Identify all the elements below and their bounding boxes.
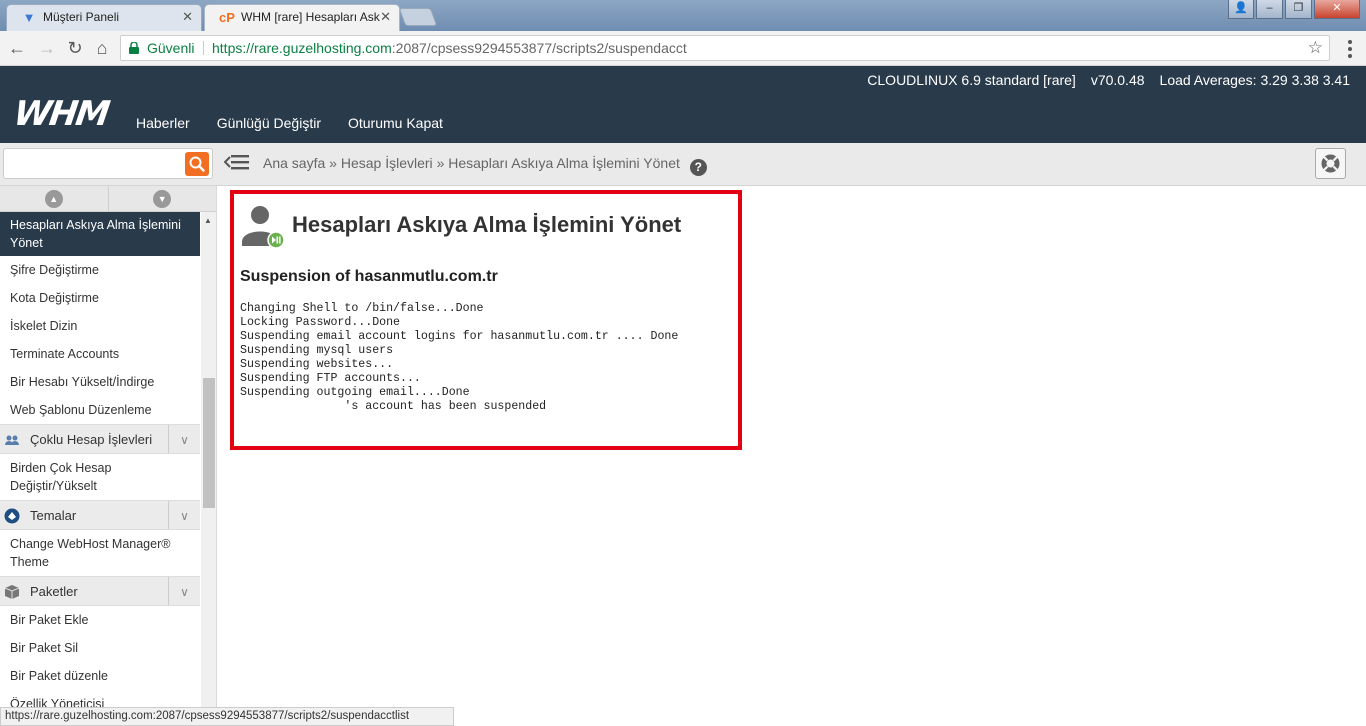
whm-logo[interactable]: WHM — [11, 94, 110, 134]
reload-icon[interactable]: ↻ — [64, 37, 86, 59]
forward-arrow-icon[interactable]: → — [36, 37, 58, 59]
bookmark-star-icon[interactable]: ☆ — [1308, 36, 1323, 60]
profile-icon[interactable]: 👤 — [1228, 0, 1254, 19]
close-window-button[interactable]: ✕ — [1314, 0, 1360, 19]
users-icon — [5, 435, 19, 445]
sidebar-item-upgrade-downgrade[interactable]: Bir Hesabı Yükselt/İndirge — [0, 368, 200, 396]
package-icon — [4, 585, 20, 599]
browser-status-bar: https://rare.guzelhosting.com:2087/cpses… — [0, 707, 454, 726]
sidebar-item-edit-package[interactable]: Bir Paket düzenle — [0, 662, 200, 690]
browser-menu-icon[interactable] — [1340, 37, 1360, 59]
cpanel-favicon-icon: cP — [219, 10, 235, 25]
address-bar[interactable]: Güvenli https://rare.guzelhosting.com:20… — [120, 35, 1330, 61]
sidebar-item-add-package[interactable]: Bir Paket Ekle — [0, 606, 200, 634]
breadcrumb: Ana sayfa » Hesap İşlevleri » Hesapları … — [263, 155, 707, 176]
nav-changelog[interactable]: Günlüğü Değiştir — [217, 115, 321, 131]
sidebar-item-terminate[interactable]: Terminate Accounts — [0, 340, 200, 368]
sidebar-category-multi-account[interactable]: Çoklu Hesap İşlevleri ∨ — [0, 424, 200, 454]
back-arrow-icon[interactable]: ← — [6, 37, 28, 59]
themes-icon — [4, 508, 20, 524]
system-info: CLOUDLINUX 6.9 standard [rare] v70.0.48 … — [867, 72, 1350, 88]
browser-tab-active[interactable]: cP WHM [rare] Hesapları Ask ✕ — [204, 4, 400, 31]
sidebar-scrollbar-thumb[interactable] — [203, 378, 215, 508]
sidebar-toggle-icon[interactable] — [224, 151, 250, 173]
minimize-button[interactable]: – — [1256, 0, 1283, 19]
suspended-user-icon — [242, 206, 284, 248]
load-averages: Load Averages: 3.29 3.38 3.41 — [1159, 72, 1350, 88]
browser-tab[interactable]: ▼ Müşteri Paneli ✕ — [6, 4, 202, 31]
version-info: v70.0.48 — [1090, 72, 1145, 88]
cpanel-favicon-icon: ▼ — [22, 10, 36, 25]
home-icon[interactable]: ⌂ — [91, 37, 113, 59]
breadcrumb-home[interactable]: Ana sayfa — [263, 155, 325, 171]
sidebar-item-quota[interactable]: Kota Değiştirme — [0, 284, 200, 312]
maximize-button[interactable]: ❐ — [1285, 0, 1312, 19]
os-info: CLOUDLINUX 6.9 standard [rare] — [867, 72, 1076, 88]
close-tab-icon[interactable]: ✕ — [380, 5, 391, 29]
browser-toolbar: ← → ↻ ⌂ Güvenli https://rare.guzelhostin… — [0, 31, 1366, 66]
chevron-down-icon[interactable]: ∨ — [168, 501, 200, 529]
suspension-result-panel: Hesapları Askıya Alma İşlemini Yönet Sus… — [230, 190, 742, 450]
scroll-up-arrow-icon[interactable]: ▲ — [204, 216, 212, 225]
nav-news[interactable]: Haberler — [136, 115, 190, 131]
sidebar-item-delete-package[interactable]: Bir Paket Sil — [0, 634, 200, 662]
search-breadcrumb-bar: Ana sayfa » Hesap İşlevleri » Hesapları … — [0, 143, 1366, 186]
sidebar-category-packages[interactable]: Paketler ∨ — [0, 576, 200, 606]
suspension-log-output: Changing Shell to /bin/false...Done Lock… — [240, 302, 679, 413]
support-button[interactable] — [1315, 148, 1346, 179]
chevron-down-icon[interactable]: ∨ — [168, 425, 200, 453]
lock-icon — [129, 42, 139, 54]
sidebar-item-suspend-accounts[interactable]: Hesapları Askıya Alma İşlemini Yönet — [0, 212, 200, 256]
sidebar-list: Hesapları Askıya Alma İşlemini Yönet Şif… — [0, 212, 200, 718]
sidebar-item-web-template[interactable]: Web Şablonu Düzenleme — [0, 396, 200, 424]
sidebar: ▲ ▼ Hesapları Askıya Alma İşlemini Yönet… — [0, 186, 217, 726]
breadcrumb-current: Hesapları Askıya Alma İşlemini Yönet — [448, 155, 680, 171]
sidebar-item-change-theme[interactable]: Change WebHost Manager® Theme — [0, 530, 200, 576]
nav-logout[interactable]: Oturumu Kapat — [348, 115, 443, 131]
main-content: Hesapları Askıya Alma İşlemini Yönet Sus… — [218, 186, 1366, 726]
page-title: Hesapları Askıya Alma İşlemini Yönet — [292, 212, 682, 237]
whm-header: CLOUDLINUX 6.9 standard [rare] v70.0.48 … — [0, 66, 1366, 143]
sidebar-scroll-up-button[interactable]: ▲ — [0, 186, 109, 211]
tab-title: WHM [rare] Hesapları Ask — [241, 10, 380, 24]
close-tab-icon[interactable]: ✕ — [182, 5, 193, 29]
window-controls: 👤 – ❐ ✕ — [1228, 0, 1360, 19]
omnibox-divider — [203, 41, 204, 55]
sidebar-search-input[interactable] — [3, 148, 213, 179]
top-nav: Haberler Günlüğü Değiştir Oturumu Kapat — [136, 115, 443, 131]
suspension-subtitle: Suspension of hasanmutlu.com.tr — [240, 268, 498, 285]
secure-label: Güvenli — [147, 40, 195, 56]
lifebuoy-icon — [1321, 154, 1340, 173]
sidebar-item-skeleton-dir[interactable]: İskelet Dizin — [0, 312, 200, 340]
breadcrumb-account-functions[interactable]: Hesap İşlevleri — [341, 155, 433, 171]
search-icon — [189, 156, 205, 172]
sidebar-item-multi-modify[interactable]: Birden Çok Hesap Değiştir/Yükselt — [0, 454, 200, 500]
help-icon[interactable]: ? — [689, 159, 707, 176]
chevron-down-icon: ▼ — [153, 190, 172, 208]
sidebar-category-themes[interactable]: Temalar ∨ — [0, 500, 200, 530]
search-button[interactable] — [185, 152, 209, 176]
new-tab-button[interactable] — [398, 8, 438, 26]
chevron-up-icon: ▲ — [44, 190, 63, 208]
browser-tabstrip: ▼ Müşteri Paneli ✕ cP WHM [rare] Hesapla… — [0, 0, 1366, 31]
sidebar-scroll-down-button[interactable]: ▼ — [108, 186, 216, 211]
url-text[interactable]: https://rare.guzelhosting.com:2087/cpses… — [212, 36, 687, 60]
tab-title: Müşteri Paneli — [43, 10, 120, 24]
sidebar-item-change-password[interactable]: Şifre Değiştirme — [0, 256, 200, 284]
chevron-down-icon[interactable]: ∨ — [168, 577, 200, 605]
sidebar-scroll-buttons: ▲ ▼ — [0, 186, 216, 212]
